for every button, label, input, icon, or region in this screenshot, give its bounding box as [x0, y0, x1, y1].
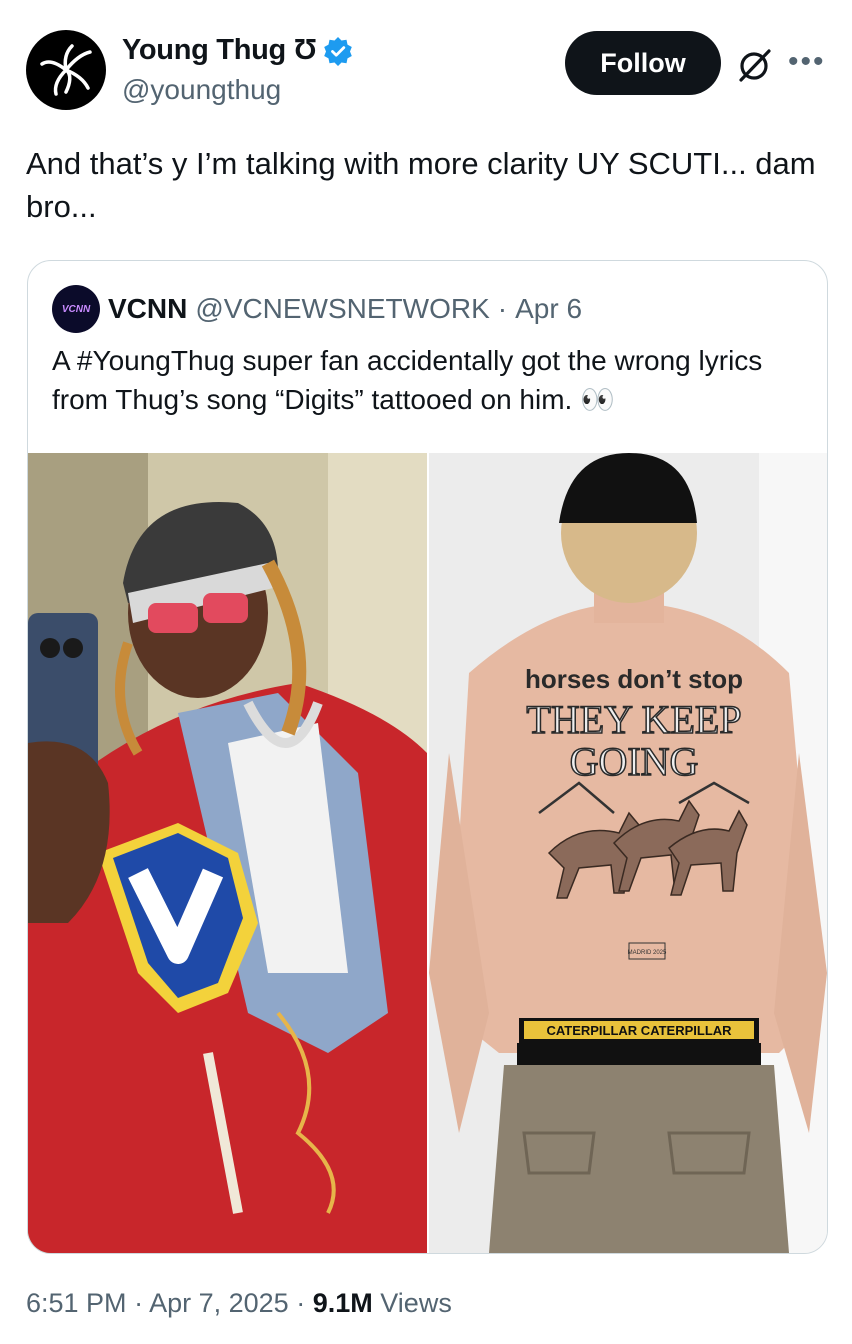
tattoo-illustration: horses don’t stop THEY KEEP GOING MADRID…: [429, 453, 827, 1253]
spider-logo-icon: [40, 44, 92, 96]
quoted-author-avatar[interactable]: VCNN: [52, 285, 100, 333]
verified-badge-icon: [323, 36, 352, 66]
quoted-separator: ·: [497, 293, 508, 324]
follow-button[interactable]: Follow: [565, 31, 721, 95]
tattoo-line-2: THEY KEEP: [526, 697, 741, 742]
quoted-media[interactable]: horses don’t stop THEY KEEP GOING MADRID…: [28, 453, 827, 1253]
young-thug-selfie-image[interactable]: [28, 453, 427, 1253]
author-avatar[interactable]: [26, 30, 106, 110]
quoted-tweet-header: VCNN VCNN @VCNEWSNETWORK · Apr 6: [52, 285, 582, 333]
selfie-illustration: [28, 453, 427, 1253]
quoted-tweet-text: A #YoungThug super fan accidentally got …: [52, 345, 763, 415]
views-count: 9.1M: [312, 1288, 373, 1318]
tattoo-line-3: GOING: [570, 739, 699, 784]
quoted-tweet[interactable]: VCNN VCNN @VCNEWSNETWORK · Apr 6 A #Youn…: [27, 260, 828, 1254]
fan-back-tattoo-image[interactable]: horses don’t stop THEY KEEP GOING MADRID…: [429, 453, 827, 1253]
quoted-date[interactable]: Apr 6: [515, 293, 582, 325]
tweet-meta: 6:51 PM · Apr 7, 2025 · 9.1M Views: [26, 1288, 452, 1319]
meta-separator: ·: [134, 1288, 144, 1318]
tattoo-small: MADRID 2025: [628, 950, 667, 956]
grok-icon[interactable]: [735, 45, 775, 85]
waistband-text: CATERPILLAR CATERPILLAR: [546, 1023, 732, 1038]
more-icon[interactable]: •••: [788, 47, 826, 77]
author-handle[interactable]: @youngthug: [122, 74, 281, 106]
quoted-author-name[interactable]: VCNN: [108, 293, 187, 325]
author-display-name[interactable]: Young Thug Ʊ: [122, 34, 317, 67]
views-label: Views: [380, 1288, 452, 1318]
tweet-time[interactable]: 6:51 PM: [26, 1288, 127, 1318]
tweet-date[interactable]: Apr 7, 2025: [149, 1288, 289, 1318]
author-name-row[interactable]: Young Thug Ʊ: [122, 34, 353, 67]
quoted-author-handle[interactable]: @VCNEWSNETWORK: [195, 293, 489, 325]
tattoo-line-1: horses don’t stop: [525, 664, 743, 694]
tweet-text: And that’s y I’m talking with more clari…: [26, 146, 816, 224]
meta-separator: ·: [296, 1288, 306, 1318]
